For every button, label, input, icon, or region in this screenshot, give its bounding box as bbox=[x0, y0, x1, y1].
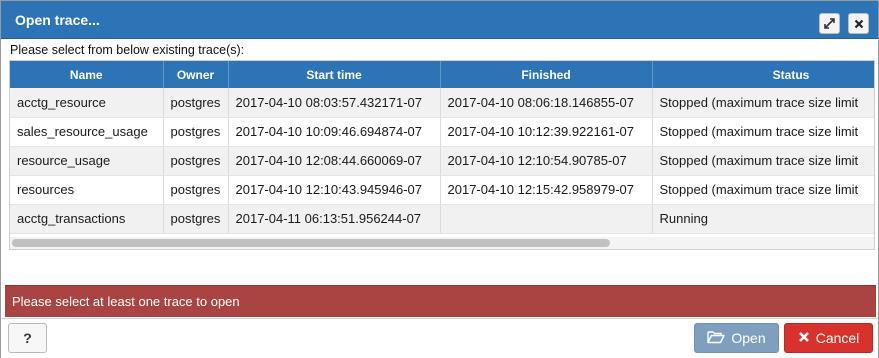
dialog-footer: ? Open Cancel bbox=[1, 318, 878, 358]
cell-status: Stopped (maximum trace size limit bbox=[652, 117, 874, 147]
scrollbar-thumb[interactable] bbox=[12, 239, 610, 247]
header-row: Name Owner Start time Finished Status bbox=[10, 61, 874, 88]
column-header-status[interactable]: Status bbox=[652, 61, 874, 88]
open-button[interactable]: Open bbox=[694, 323, 779, 353]
horizontal-scrollbar[interactable] bbox=[10, 237, 874, 249]
close-icon bbox=[854, 19, 864, 29]
error-alert: Please select at least one trace to open bbox=[5, 285, 876, 317]
cell-owner: postgres bbox=[163, 175, 229, 205]
cell-status: Stopped (maximum trace size limit bbox=[652, 88, 874, 118]
open-trace-dialog: Open trace... Please select from below e… bbox=[0, 0, 879, 358]
cell-owner: postgres bbox=[163, 88, 229, 118]
cancel-label: Cancel bbox=[815, 330, 860, 346]
trace-table: Name Owner Start time Finished Status ac… bbox=[10, 61, 874, 234]
cell-name: acctg_resource bbox=[10, 88, 164, 118]
expand-icon bbox=[824, 18, 835, 29]
help-label: ? bbox=[23, 330, 32, 346]
maximize-button[interactable] bbox=[819, 13, 840, 34]
cell-status: Stopped (maximum trace size limit bbox=[652, 175, 874, 205]
cell-finished: 2017-04-10 08:06:18.146855-07 bbox=[440, 88, 653, 118]
table-row[interactable]: sales_resource_usage postgres 2017-04-10… bbox=[10, 117, 874, 147]
column-header-start-time[interactable]: Start time bbox=[228, 61, 441, 88]
folder-open-icon bbox=[707, 330, 726, 347]
cell-owner: postgres bbox=[163, 117, 229, 147]
cell-finished bbox=[440, 204, 653, 234]
cell-finished: 2017-04-10 12:10:54.90785-07 bbox=[440, 146, 653, 176]
close-icon bbox=[798, 330, 810, 346]
help-button[interactable]: ? bbox=[8, 323, 47, 353]
column-header-name[interactable]: Name bbox=[10, 61, 164, 88]
cell-start-time: 2017-04-10 10:09:46.694874-07 bbox=[228, 117, 441, 147]
table-row[interactable]: resources postgres 2017-04-10 12:10:43.9… bbox=[10, 175, 874, 205]
alert-message: Please select at least one trace to open bbox=[12, 294, 240, 309]
open-label: Open bbox=[731, 330, 766, 346]
close-button[interactable] bbox=[848, 13, 869, 34]
cell-start-time: 2017-04-10 12:10:43.945946-07 bbox=[228, 175, 441, 205]
cell-name: resources bbox=[10, 175, 164, 205]
dialog-titlebar[interactable]: Open trace... bbox=[1, 1, 878, 39]
table-row[interactable]: acctg_resource postgres 2017-04-10 08:03… bbox=[10, 88, 874, 118]
cell-name: sales_resource_usage bbox=[10, 117, 164, 147]
column-header-finished[interactable]: Finished bbox=[440, 61, 653, 88]
cell-owner: postgres bbox=[163, 204, 229, 234]
cell-start-time: 2017-04-10 08:03:57.432171-07 bbox=[228, 88, 441, 118]
cell-name: resource_usage bbox=[10, 146, 164, 176]
cell-finished: 2017-04-10 10:12:39.922161-07 bbox=[440, 117, 653, 147]
column-header-owner[interactable]: Owner bbox=[163, 61, 229, 88]
cell-finished: 2017-04-10 12:15:42.958979-07 bbox=[440, 175, 653, 205]
dialog-title: Open trace... bbox=[15, 12, 100, 28]
cell-start-time: 2017-04-11 06:13:51.956244-07 bbox=[228, 204, 441, 234]
cancel-button[interactable]: Cancel bbox=[784, 323, 873, 353]
table-row[interactable]: acctg_transactions postgres 2017-04-11 0… bbox=[10, 204, 874, 234]
trace-grid: Name Owner Start time Finished Status ac… bbox=[9, 60, 875, 250]
cell-owner: postgres bbox=[163, 146, 229, 176]
instruction-text: Please select from below existing trace(… bbox=[10, 43, 245, 57]
table-row[interactable]: resource_usage postgres 2017-04-10 12:08… bbox=[10, 146, 874, 176]
cell-status: Running bbox=[652, 204, 874, 234]
cell-status: Stopped (maximum trace size limit bbox=[652, 146, 874, 176]
cell-name: acctg_transactions bbox=[10, 204, 164, 234]
cell-start-time: 2017-04-10 12:08:44.660069-07 bbox=[228, 146, 441, 176]
